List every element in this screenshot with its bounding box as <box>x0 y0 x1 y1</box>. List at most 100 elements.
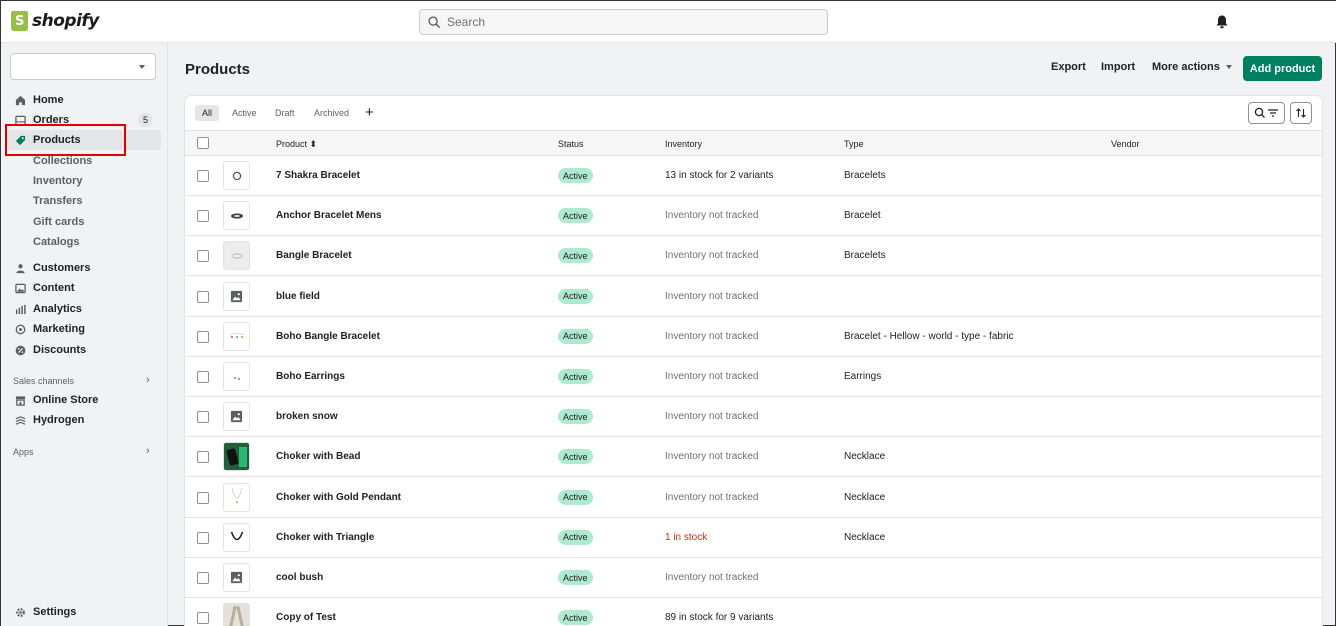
product-name-link[interactable]: Choker with Triangle <box>276 532 374 543</box>
inventory-cell: Inventory not tracked <box>665 250 759 262</box>
row-checkbox[interactable] <box>197 170 209 182</box>
sidebar-item-online-store[interactable]: Online Store <box>1 390 161 410</box>
column-product[interactable]: Product ⬍ <box>276 139 317 150</box>
sidebar-subitem-gift-cards[interactable]: Gift cards <box>33 213 84 231</box>
product-thumbnail <box>223 201 250 231</box>
sidebar-item-analytics[interactable]: Analytics <box>1 299 161 319</box>
tab-draft[interactable]: Draft <box>275 105 295 121</box>
bar-chart-icon <box>14 303 26 315</box>
sales-channels-heading[interactable]: Sales channels <box>13 374 74 388</box>
export-button[interactable]: Export <box>1051 61 1086 73</box>
product-name-link[interactable]: Boho Bangle Bracelet <box>276 331 380 342</box>
sidebar-item-label: Discounts <box>33 344 87 356</box>
sidebar-item-home[interactable]: Home <box>1 90 161 110</box>
row-checkbox[interactable] <box>197 451 209 464</box>
sidebar-item-content[interactable]: Content <box>1 278 161 298</box>
table-row[interactable]: 7 Shakra Bracelet Active 13 in stock for 2… <box>185 156 1322 196</box>
table-row[interactable]: Copy of Test Active 89 in stock for 9 vari… <box>185 598 1322 626</box>
sidebar-item-marketing[interactable]: Marketing <box>1 319 161 339</box>
product-name-link[interactable]: Copy of Test <box>276 612 336 623</box>
sidebar-item-discounts[interactable]: Discounts <box>1 340 161 360</box>
tab-active[interactable]: Active <box>232 105 257 121</box>
row-checkbox[interactable] <box>197 491 209 504</box>
sort-button[interactable] <box>1290 102 1312 124</box>
orders-count-badge: 5 <box>138 113 153 127</box>
product-name-link[interactable]: Anchor Bracelet Mens <box>276 210 382 221</box>
product-name-link[interactable]: cool bush <box>276 572 323 583</box>
table-row[interactable]: blue field Active Inventory not tracked <box>185 277 1322 317</box>
row-checkbox[interactable] <box>197 612 209 625</box>
row-checkbox[interactable] <box>197 572 209 584</box>
product-thumbnail <box>223 362 250 391</box>
row-checkbox[interactable] <box>197 210 209 223</box>
inventory-cell: Inventory not tracked <box>665 371 759 382</box>
notification-bell-icon[interactable] <box>1214 14 1230 30</box>
row-checkbox[interactable] <box>197 330 209 343</box>
sidebar-item-label: Customers <box>33 262 91 274</box>
product-name-link[interactable]: Choker with Gold Pendant <box>276 492 401 503</box>
sidebar-item-label: Content <box>33 282 75 294</box>
column-product-label: Product <box>276 139 308 149</box>
import-button[interactable]: Import <box>1101 61 1135 73</box>
table-row[interactable]: Boho Earrings Active Inventory not tracked… <box>185 357 1322 397</box>
shopify-logo[interactable]: shopify <box>11 11 99 31</box>
status-badge: Active <box>558 409 593 425</box>
row-checkbox[interactable] <box>197 290 209 303</box>
type-cell: Bracelet <box>844 210 881 222</box>
table-row[interactable]: Choker with Gold Pendant Active Inventory … <box>185 478 1322 518</box>
table-row[interactable]: Choker with Bead Active Inventory not trac… <box>185 437 1322 478</box>
table-row[interactable]: Anchor Bracelet Mens Active Inventory not … <box>185 196 1322 237</box>
shopify-bag-icon <box>11 11 28 31</box>
row-checkbox[interactable] <box>197 411 209 424</box>
sidebar-subitem-catalogs[interactable]: Catalogs <box>33 233 79 251</box>
status-badge: Active <box>558 449 593 465</box>
chevron-right-icon[interactable]: › <box>146 445 150 457</box>
sidebar-item-settings[interactable]: Settings <box>1 602 161 622</box>
table-row[interactable]: Bangle Bracelet Active Inventory not track… <box>185 236 1322 277</box>
search-filter-button[interactable] <box>1248 102 1285 124</box>
more-actions-button[interactable]: More actions <box>1152 61 1232 73</box>
table-row[interactable]: Choker with Triangle Active 1 in stock Neck… <box>185 518 1322 558</box>
table-row[interactable]: cool bush Active Inventory not tracked <box>185 558 1322 598</box>
product-name-link[interactable]: Boho Earrings <box>276 371 345 382</box>
top-bar: shopify Search <box>1 1 1336 43</box>
row-checkbox[interactable] <box>197 531 209 544</box>
sidebar-subitem-transfers[interactable]: Transfers <box>33 192 83 210</box>
row-checkbox[interactable] <box>197 250 209 263</box>
apps-heading[interactable]: Apps <box>13 445 34 459</box>
sidebar-item-hydrogen[interactable]: Hydrogen <box>1 410 161 430</box>
type-cell: Necklace <box>844 531 886 543</box>
table-row[interactable]: broken snow Active Inventory not tracked <box>185 397 1322 438</box>
product-thumbnail <box>223 522 250 552</box>
status-badge: Active <box>558 248 593 264</box>
sort-indicator-icon: ⬍ <box>309 139 318 149</box>
select-all-checkbox[interactable] <box>197 137 209 149</box>
tab-all[interactable]: All <box>195 105 220 121</box>
product-thumbnail <box>223 603 250 626</box>
chevron-right-icon[interactable]: › <box>146 374 150 386</box>
add-product-button[interactable]: Add product <box>1243 56 1322 81</box>
product-thumbnail <box>223 161 250 190</box>
product-name-link[interactable]: 7 Shakra Bracelet <box>276 170 360 181</box>
search-input[interactable]: Search <box>419 9 828 35</box>
product-name-link[interactable]: blue field <box>276 291 320 302</box>
status-badge: Active <box>558 168 593 183</box>
store-select[interactable] <box>10 53 156 80</box>
status-badge: Active <box>558 489 593 505</box>
table-row[interactable]: Boho Bangle Bracelet Active Inventory not … <box>185 317 1322 357</box>
sidebar-subitem-inventory[interactable]: Inventory <box>33 172 83 190</box>
tab-archived[interactable]: Archived <box>314 105 349 121</box>
product-name-link[interactable]: Choker with Bead <box>276 451 360 462</box>
product-name-link[interactable]: Bangle Bracelet <box>276 250 352 261</box>
add-view-icon[interactable]: + <box>365 104 374 121</box>
inventory-cell: 89 in stock for 9 variants <box>665 612 774 624</box>
products-card: All Active Draft Archived + Product ⬍ St… <box>185 96 1322 626</box>
sidebar-item-label: Marketing <box>33 323 85 335</box>
type-cell: Necklace <box>844 491 886 503</box>
discount-icon <box>14 344 26 356</box>
search-icon <box>428 15 441 28</box>
sidebar-item-customers[interactable]: Customers <box>1 258 161 278</box>
inventory-cell: Inventory not tracked <box>665 210 759 222</box>
row-checkbox[interactable] <box>197 371 209 383</box>
product-name-link[interactable]: broken snow <box>276 411 338 422</box>
